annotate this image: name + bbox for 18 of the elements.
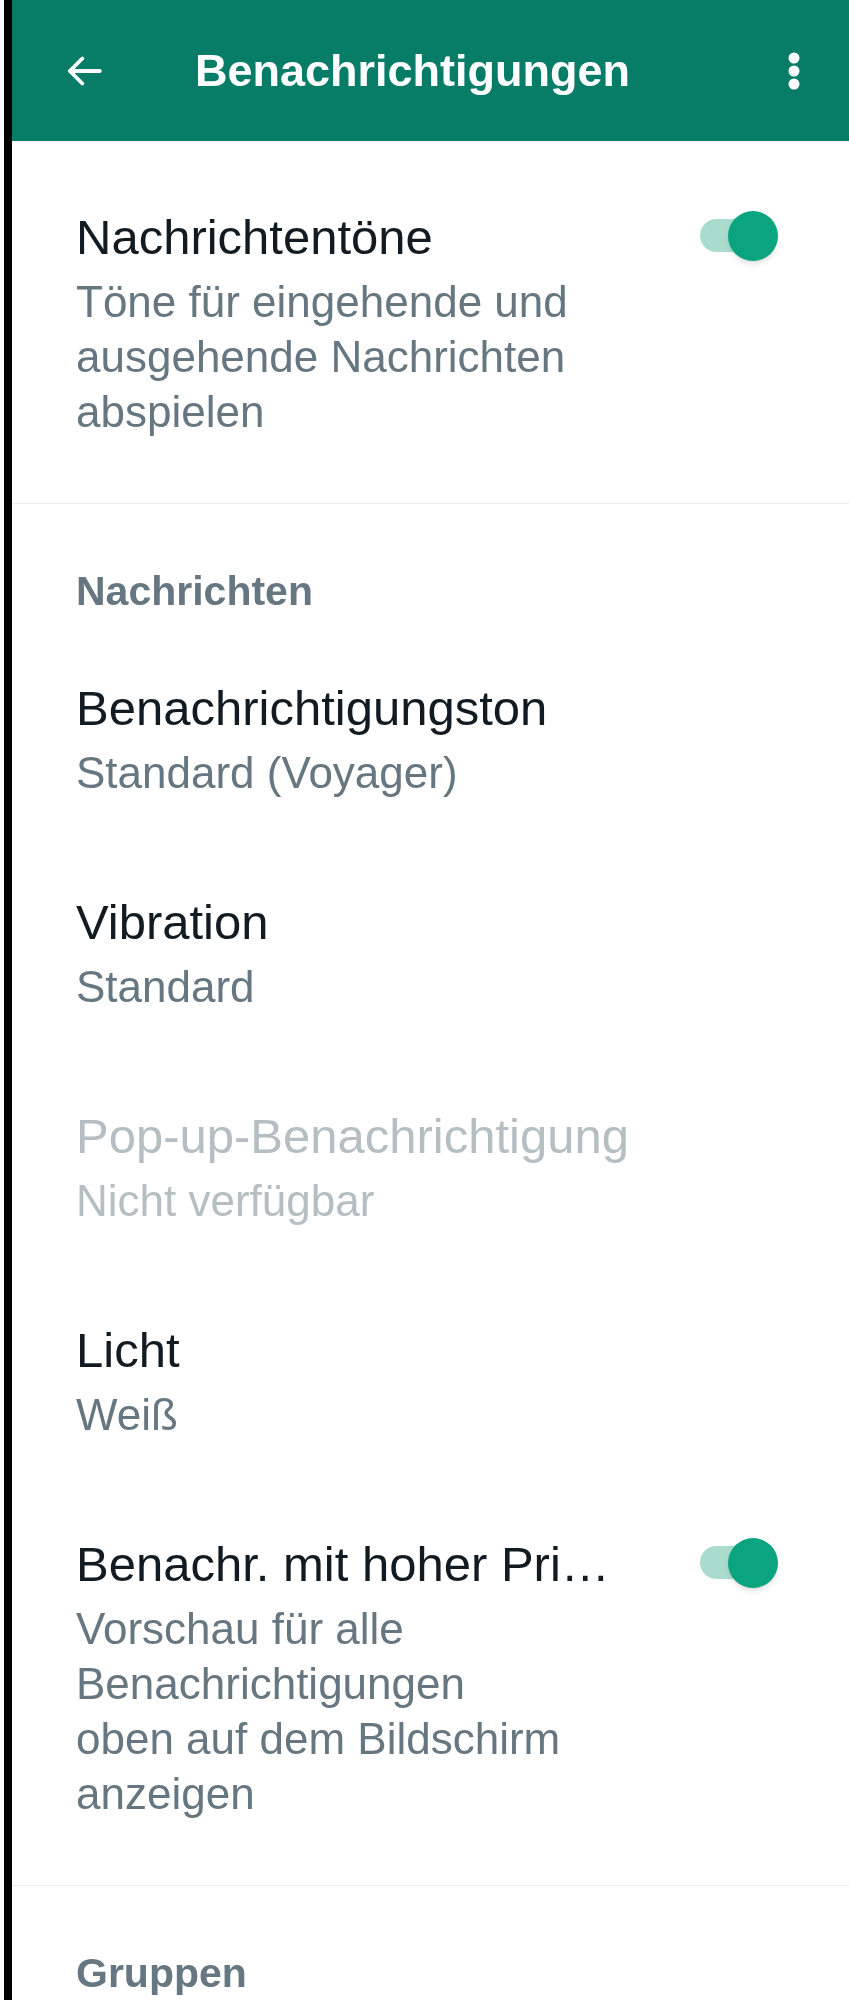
setting-title[interactable]: Benachrichtigungston [76,679,548,737]
screen-title: Benachrichtigungen [195,43,631,98]
overflow-menu-icon[interactable] [788,51,800,90]
setting-title[interactable]: Benachr. mit hoher Pri… [76,1535,610,1593]
setting-summary: Standard (Voyager) [76,747,458,799]
setting-title[interactable]: Nachrichtentöne [76,208,433,266]
toggle-switch[interactable] [700,1538,778,1588]
section-header: Gruppen [76,1950,247,1996]
setting-summary: Töne für eingehende und ausgehende Nachrichten abspielen [76,276,569,438]
setting-title: Pop-up-Benachrichtigung [76,1108,629,1165]
toggle-switch[interactable] [700,211,778,261]
section-header: Nachrichten [76,568,313,614]
setting-summary: Weiß [76,1389,178,1441]
setting-title[interactable]: Vibration [76,893,269,951]
setting-summary: Vorschau für alle Benachrichtigungen oben auf dem Bildschirm anzeigen [76,1603,562,1820]
setting-summary: Nicht verfügbar [76,1175,375,1227]
setting-title[interactable]: Licht [76,1321,180,1379]
setting-summary: Standard [76,961,255,1013]
